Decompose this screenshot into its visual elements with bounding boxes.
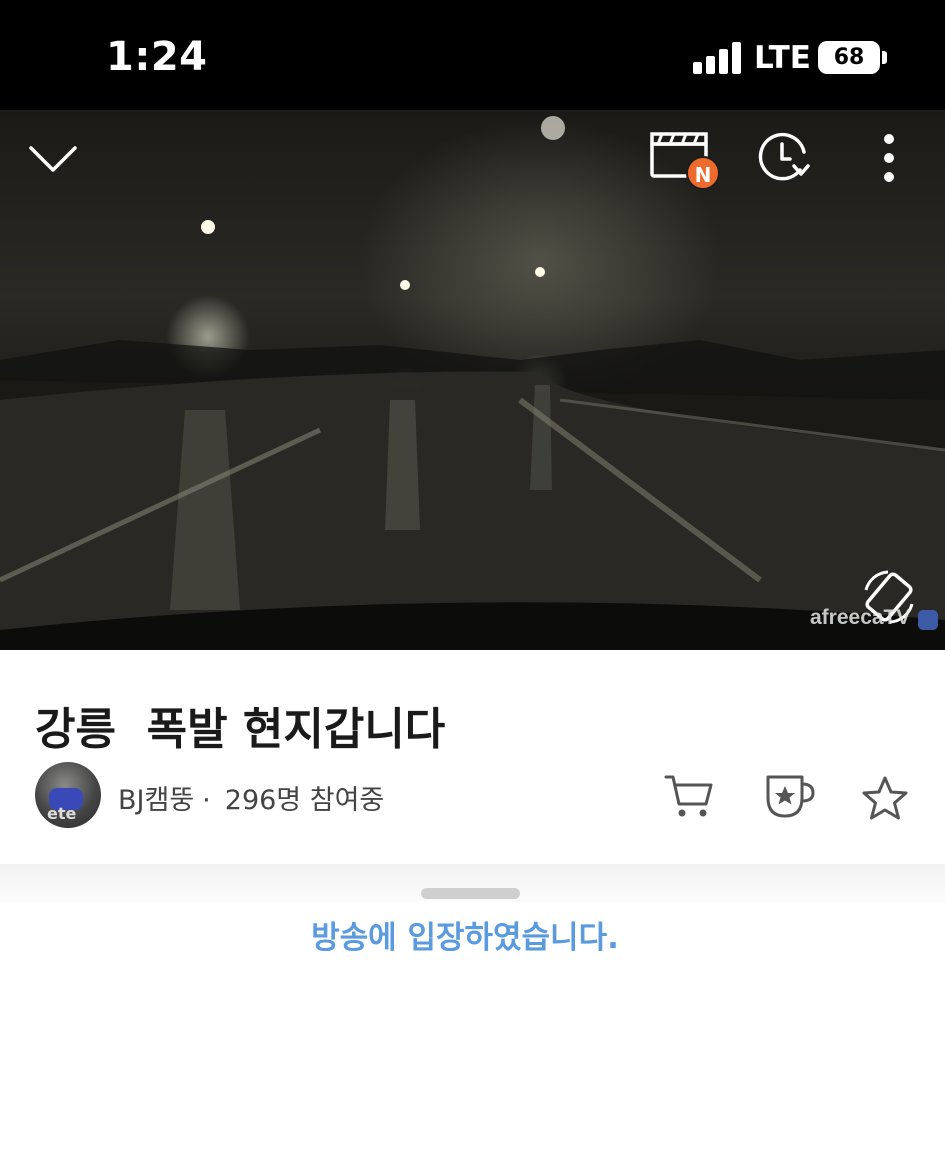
- stream-meta: BJ캠뚱 · 296명 참여중: [118, 778, 384, 817]
- chat-system-message: 방송에 입장하였습니다.: [311, 920, 619, 956]
- status-bar: 1:24 LTE 68: [0, 0, 945, 110]
- star-icon[interactable]: [860, 774, 910, 822]
- stream-title: 강릉 폭발 현지갑니다: [35, 704, 446, 755]
- chevron-down-icon[interactable]: [28, 140, 78, 176]
- new-badge: N: [686, 156, 720, 190]
- cart-icon[interactable]: [664, 772, 714, 820]
- battery-indicator: 68: [818, 41, 880, 74]
- history-icon[interactable]: [756, 130, 812, 184]
- video-frame: [0, 116, 945, 650]
- battery-tip: [882, 51, 887, 64]
- chat-drag-handle[interactable]: [421, 888, 520, 899]
- avatar-caption: ete: [47, 804, 77, 823]
- watermark-mascot-icon: [918, 610, 938, 630]
- video-player[interactable]: N afreecaTV: [0, 110, 945, 650]
- afreecatv-watermark: afreecaTV: [810, 606, 911, 629]
- status-time: 1:24: [106, 34, 208, 80]
- network-label: LTE: [754, 40, 811, 76]
- broadcaster-name[interactable]: BJ캠뚱: [118, 785, 194, 816]
- broadcaster-avatar[interactable]: ete: [35, 762, 101, 828]
- more-vertical-icon[interactable]: [876, 133, 902, 183]
- viewer-count: 296명 참여중: [224, 785, 385, 816]
- signal-icon: [693, 42, 741, 74]
- gift-cup-icon[interactable]: [764, 772, 816, 820]
- meta-separator: ·: [202, 785, 211, 816]
